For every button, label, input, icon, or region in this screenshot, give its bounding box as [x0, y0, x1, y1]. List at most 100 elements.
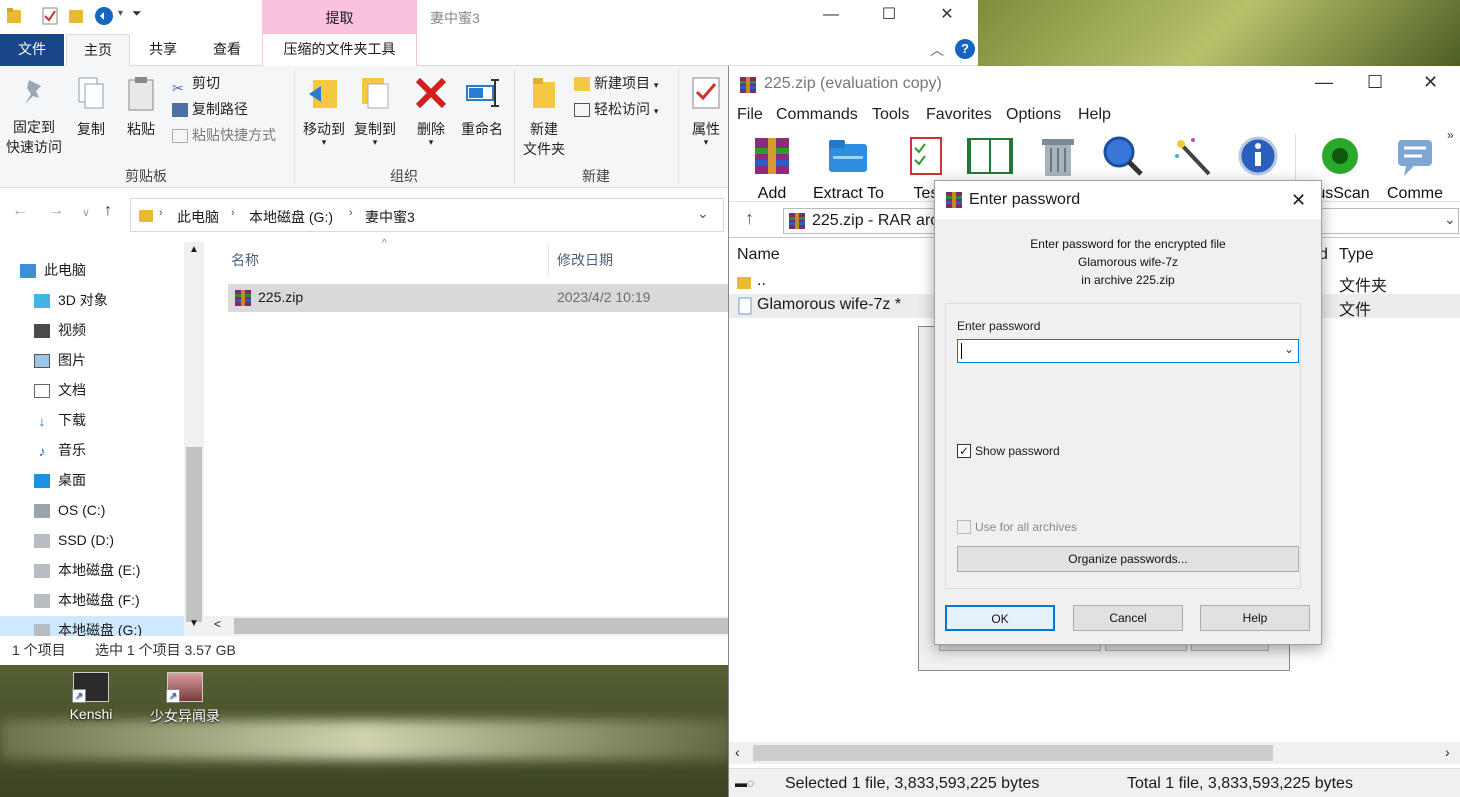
- winrar-hscrollbar[interactable]: ‹ ›: [729, 742, 1460, 764]
- nav-item-videos[interactable]: 视频: [34, 316, 86, 344]
- add-button[interactable]: Add: [751, 134, 793, 203]
- scrollbar-thumb[interactable]: [234, 618, 728, 634]
- minimize-icon[interactable]: —: [1315, 72, 1333, 93]
- find-button[interactable]: [1101, 134, 1143, 185]
- view-button[interactable]: [965, 134, 1015, 185]
- desktop-icon-kenshi[interactable]: ↗ Kenshi: [46, 672, 136, 722]
- address-bar[interactable]: › 此电脑 › 本地磁盘 (G:) › 妻中蜜3 ⌄: [130, 198, 724, 232]
- maximize-icon[interactable]: ☐: [1367, 72, 1383, 93]
- delete-button[interactable]: 删除 ▾: [408, 74, 454, 147]
- comment-button[interactable]: Comme: [1387, 134, 1443, 203]
- info-button[interactable]: [1237, 134, 1279, 185]
- properties-button[interactable]: 属性 ▾: [684, 74, 728, 147]
- easy-access-button[interactable]: 轻松访问 ▾: [574, 98, 658, 120]
- scrollbar-thumb[interactable]: [186, 447, 202, 622]
- properties-icon[interactable]: [42, 7, 58, 25]
- qat-customize-icon[interactable]: ⏷: [132, 6, 142, 21]
- up-arrow-icon[interactable]: ↑: [745, 208, 754, 229]
- rename-button[interactable]: 重命名: [456, 74, 508, 139]
- wizard-button[interactable]: [1171, 134, 1213, 185]
- breadcrumb-this-pc[interactable]: 此电脑: [177, 207, 219, 227]
- close-icon[interactable]: ✕: [924, 0, 970, 32]
- minimize-icon[interactable]: —: [808, 0, 854, 32]
- move-to-button[interactable]: 移动到 ▾: [298, 74, 350, 147]
- ok-button[interactable]: OK: [945, 605, 1055, 631]
- menu-favorites[interactable]: Favorites: [926, 106, 992, 124]
- cancel-button[interactable]: Cancel: [1073, 605, 1183, 631]
- collapse-ribbon-icon[interactable]: ︿: [930, 40, 944, 60]
- scroll-right-icon[interactable]: ›: [1445, 744, 1450, 760]
- undo-icon[interactable]: [94, 6, 114, 26]
- chevron-down-icon[interactable]: ⌄: [1444, 211, 1456, 228]
- nav-item-documents[interactable]: 文档: [34, 376, 86, 404]
- copy-to-button[interactable]: 复制到 ▾: [350, 74, 400, 147]
- use-all-archives-checkbox[interactable]: [957, 520, 971, 534]
- up-arrow-icon[interactable]: ↑: [104, 202, 112, 220]
- menu-help[interactable]: Help: [1078, 106, 1111, 124]
- nav-item-downloads[interactable]: ↓ 下载: [34, 406, 87, 434]
- table-row[interactable]: 225.zip 2023/4/2 10:19: [228, 284, 728, 312]
- new-folder-button[interactable]: 新建 文件夹: [516, 74, 572, 159]
- close-icon[interactable]: ✕: [1291, 181, 1306, 219]
- scroll-left-icon[interactable]: <: [214, 617, 221, 631]
- maximize-icon[interactable]: ☐: [866, 0, 912, 32]
- nav-item-drive-d[interactable]: SSD (D:): [34, 526, 114, 554]
- menu-tools[interactable]: Tools: [872, 106, 909, 124]
- back-arrow-icon[interactable]: ←: [12, 202, 28, 220]
- nav-item-this-pc[interactable]: 此电脑: [20, 256, 86, 284]
- extract-to-button[interactable]: Extract To: [813, 134, 884, 203]
- nav-item-3d-objects[interactable]: 3D 对象: [34, 286, 108, 314]
- desktop-icon-shoujo[interactable]: ↗ 少女异闻录: [140, 672, 230, 726]
- copy-button[interactable]: 复制: [66, 76, 116, 139]
- qat-dropdown-icon[interactable]: ▾: [118, 8, 123, 19]
- tab-file[interactable]: 文件: [0, 34, 64, 66]
- new-folder-icon[interactable]: [68, 7, 84, 25]
- delete-button[interactable]: [1037, 134, 1079, 185]
- show-password-checkbox[interactable]: ✓: [957, 444, 971, 458]
- help-icon[interactable]: ?: [955, 39, 975, 59]
- password-input[interactable]: ⌄: [957, 339, 1299, 363]
- organize-passwords-button[interactable]: Organize passwords...: [957, 546, 1299, 572]
- nav-item-drive-f[interactable]: 本地磁盘 (F:): [34, 586, 140, 614]
- chevron-down-icon[interactable]: ⌄: [1284, 342, 1294, 356]
- tab-compressed-tools[interactable]: 压缩的文件夹工具: [262, 34, 417, 66]
- close-icon[interactable]: ✕: [1423, 72, 1438, 93]
- menu-options[interactable]: Options: [1006, 106, 1061, 124]
- toolbar-overflow-icon[interactable]: »: [1447, 128, 1454, 142]
- nav-item-drive-e[interactable]: 本地磁盘 (E:): [34, 556, 140, 584]
- file-list-hscrollbar[interactable]: <: [204, 616, 728, 636]
- tab-share[interactable]: 共享: [132, 34, 194, 66]
- download-icon: ↓: [38, 413, 46, 430]
- forward-arrow-icon[interactable]: →: [48, 202, 64, 220]
- nav-item-pictures[interactable]: 图片: [34, 346, 86, 374]
- cut-button[interactable]: ✂ 剪切: [172, 72, 220, 96]
- breadcrumb-drive-g[interactable]: 本地磁盘 (G:): [249, 207, 333, 227]
- context-tab-extract[interactable]: 提取: [262, 0, 417, 34]
- rename-label: 重命名: [461, 121, 503, 137]
- nav-item-desktop[interactable]: 桌面: [34, 466, 86, 494]
- scroll-up-icon[interactable]: ▲: [189, 244, 199, 255]
- column-name[interactable]: 名称: [231, 250, 259, 270]
- help-button[interactable]: Help: [1200, 605, 1310, 631]
- column-name[interactable]: Name: [737, 246, 780, 264]
- column-date[interactable]: 修改日期: [557, 250, 613, 270]
- menu-commands[interactable]: Commands: [776, 106, 858, 124]
- nav-scrollbar[interactable]: ▲ ▼: [184, 242, 204, 636]
- paste-shortcut-button[interactable]: 粘贴快捷方式: [172, 124, 276, 146]
- nav-item-music[interactable]: ♪ 音乐: [34, 436, 87, 464]
- new-item-button[interactable]: 新建项目 ▾: [574, 72, 658, 94]
- recent-chevron-icon[interactable]: ∨: [82, 206, 90, 219]
- tab-view[interactable]: 查看: [196, 34, 258, 66]
- scrollbar-thumb[interactable]: [753, 745, 1273, 761]
- scroll-left-icon[interactable]: ‹: [735, 744, 740, 760]
- paste-button[interactable]: 粘贴: [118, 76, 164, 139]
- column-type[interactable]: Type: [1339, 246, 1374, 264]
- breadcrumb-folder[interactable]: 妻中蜜3: [365, 207, 415, 227]
- copy-path-button[interactable]: 复制路径: [172, 98, 248, 120]
- tab-home[interactable]: 主页: [66, 34, 130, 67]
- scroll-down-icon[interactable]: ▼: [189, 618, 199, 629]
- menu-file[interactable]: File: [737, 106, 763, 124]
- nav-item-drive-c[interactable]: OS (C:): [34, 496, 105, 524]
- address-dropdown-icon[interactable]: ⌄: [697, 205, 709, 222]
- pin-quick-access-button[interactable]: 固定到 快速访问: [4, 76, 64, 157]
